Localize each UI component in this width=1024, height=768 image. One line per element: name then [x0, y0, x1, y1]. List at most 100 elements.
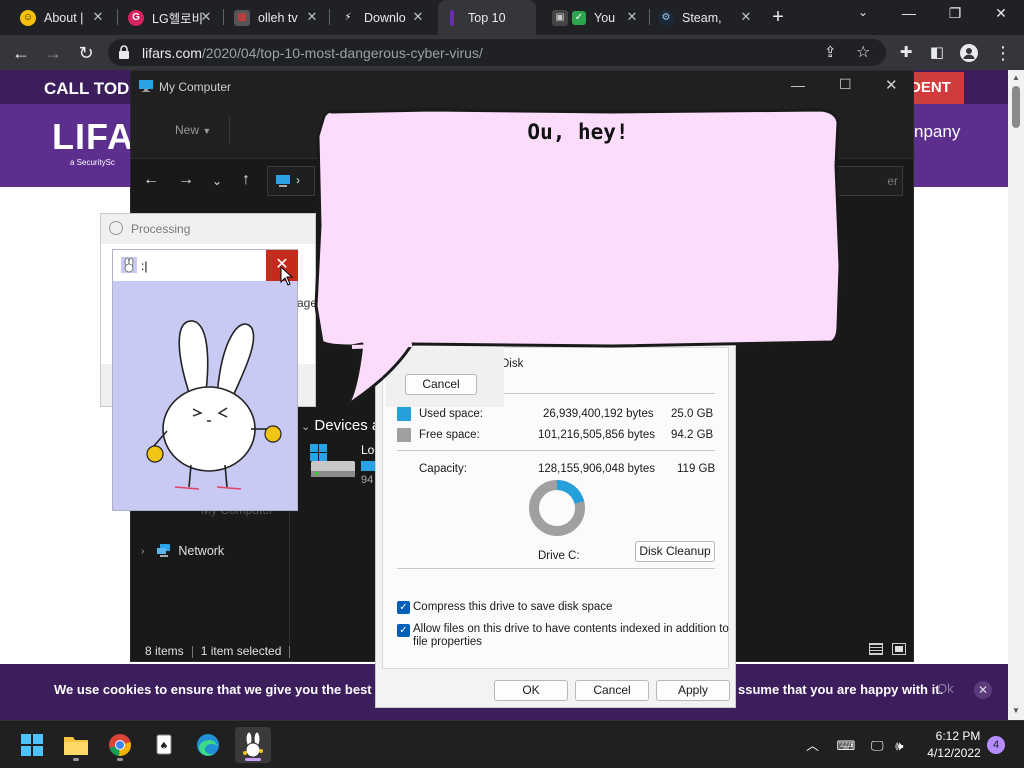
back-button[interactable]: ← [8, 40, 34, 66]
scrollbar-thumb[interactable] [1012, 86, 1020, 128]
details-view-icon[interactable] [869, 643, 883, 655]
hard-drive-icon [310, 444, 355, 477]
playing-card-icon: ♠ [156, 734, 172, 755]
extensions-icon[interactable]: ✚ [893, 40, 919, 66]
bunny-app-icon [121, 257, 137, 273]
tab-olleh-tv[interactable]: ▦ olleh tv ✕ [234, 5, 320, 30]
clock-time[interactable]: 6:12 PM [930, 729, 986, 743]
reload-button[interactable]: ↻ [73, 40, 99, 66]
tab-label: Steam, [682, 10, 722, 25]
sidebar-item-network[interactable]: › Network [141, 541, 224, 561]
explorer-up-icon[interactable]: ↑ [236, 171, 256, 189]
display-icon[interactable]: 🖵 [871, 738, 884, 753]
processing-title: Processing [131, 222, 191, 236]
explorer-close-button[interactable]: ✕ [885, 76, 898, 94]
view-toggle-group [869, 643, 907, 658]
tab-download[interactable]: ⚡ Downlo ✕ [340, 5, 426, 30]
tab-about[interactable]: ☺ About | ✕ [20, 5, 106, 30]
apply-button[interactable]: Apply [656, 680, 730, 701]
chrome-taskbar-button[interactable] [102, 727, 138, 763]
tab-label: LG헬로비 [152, 12, 204, 26]
bunny-window-title: :| [141, 259, 148, 273]
explorer-minimize-button[interactable]: — [791, 77, 805, 93]
recent-locations-chevron-icon[interactable]: ⌄ [207, 174, 227, 188]
check-icon: ✓ [572, 10, 586, 25]
tab-label: You [594, 10, 616, 25]
explorer-back-icon[interactable]: ← [141, 171, 161, 189]
address-bar[interactable]: lifars.com/2020/04/top-10-most-dangerous… [108, 39, 886, 66]
menu-kebab-icon[interactable]: ⋮ [990, 40, 1016, 66]
cards-taskbar-button[interactable]: ♠ [146, 727, 182, 763]
properties-cancel-button[interactable]: Cancel [575, 680, 649, 701]
close-tab-icon[interactable]: ✕ [738, 9, 754, 25]
bunny-titlebar[interactable]: :| ✕ [113, 250, 298, 281]
tab-youtube[interactable]: ▣ ✓ You ✕ [552, 5, 640, 30]
tab-favicon-icon: G [128, 9, 144, 26]
cookie-close-icon[interactable]: ✕ [974, 681, 992, 699]
free-space-bytes: 101,216,505,856 bytes [538, 429, 656, 441]
new-tab-button[interactable]: + [768, 6, 788, 29]
call-today-text[interactable]: CALL TOD [44, 79, 129, 99]
notification-badge[interactable]: 4 [987, 736, 1005, 754]
profile-avatar[interactable] [956, 40, 982, 66]
lock-icon [119, 45, 129, 59]
tab-label: olleh tv [258, 10, 298, 25]
tab-steam[interactable]: ⚙ Steam, ✕ [658, 5, 754, 30]
tab-favicon-icon [450, 9, 454, 26]
clock-date[interactable]: 4/12/2022 [920, 746, 988, 760]
speech-bubble [314, 108, 842, 408]
explorer-forward-icon[interactable]: → [176, 171, 196, 189]
forward-button[interactable]: → [40, 40, 66, 66]
cookie-ok-button[interactable]: Ok [937, 681, 954, 696]
capacity-label: Capacity: [419, 463, 467, 475]
tiles-view-icon[interactable] [892, 643, 907, 655]
close-tab-icon[interactable]: ✕ [304, 9, 320, 25]
taskbar: ♠ ︿ ⌨ 🖵 🕪 6:12 PM 4/12/2022 4 [0, 720, 1024, 768]
free-space-swatch [397, 428, 411, 442]
side-panel-icon[interactable]: ◧ [924, 40, 950, 66]
close-window-button[interactable]: ✕ [978, 5, 1024, 22]
tab-label: Downlo [364, 10, 406, 25]
disk-cleanup-button[interactable]: Disk Cleanup [635, 541, 715, 562]
keyboard-icon[interactable]: ⌨ [837, 738, 856, 753]
volume-icon[interactable]: 🕪 [895, 738, 903, 753]
explorer-address-bar[interactable]: › [267, 166, 315, 196]
tab-label: Top 10 [468, 10, 506, 25]
browser-toolbar: ← → ↻ lifars.com/2020/04/top-10-most-dan… [0, 35, 1024, 70]
chevron-up-icon[interactable]: ︿ [806, 738, 819, 753]
explorer-titlebar[interactable]: My Computer — ☐ ✕ [131, 71, 913, 103]
breadcrumb-chevron-icon: › [296, 173, 300, 187]
steam-icon: ⚙ [658, 9, 674, 26]
new-button[interactable]: New ▼ [175, 123, 211, 137]
close-tab-icon[interactable]: ✕ [410, 9, 426, 25]
compress-checkbox[interactable]: ✓ [397, 601, 410, 614]
start-button[interactable] [14, 727, 50, 763]
minimize-button[interactable]: — [886, 5, 932, 21]
bunny-taskbar-button[interactable] [235, 727, 271, 763]
ok-button[interactable]: OK [494, 680, 568, 701]
devices-section-header[interactable]: ⌄ Devices a [301, 417, 380, 434]
chevron-right-icon: › [141, 545, 145, 557]
close-tab-icon[interactable]: ✕ [198, 9, 214, 25]
bookmark-star-icon[interactable]: ☆ [856, 42, 870, 62]
explorer-maximize-button[interactable]: ☐ [839, 76, 852, 93]
disk-usage-donut [529, 480, 585, 536]
tab-lghellovision[interactable]: G LG헬로비 ✕ [128, 5, 214, 30]
site-logo[interactable]: LIFA [52, 116, 134, 158]
index-label-line1: Allow files on this drive to have conten… [413, 623, 729, 635]
capacity-gb: 119 GB [677, 463, 716, 475]
restore-button[interactable]: ❐ [932, 5, 978, 22]
tab-search-icon[interactable]: ⌄ [840, 5, 886, 19]
close-tab-icon[interactable]: ✕ [90, 9, 106, 25]
index-checkbox[interactable]: ✓ [397, 624, 410, 637]
close-tab-icon[interactable]: ✕ [624, 9, 640, 25]
edge-taskbar-button[interactable] [190, 727, 226, 763]
edge-icon [197, 734, 219, 756]
capacity-bytes: 128,155,906,048 bytes [538, 463, 656, 475]
page-scrollbar[interactable]: ▲ ▼ [1008, 70, 1024, 720]
speech-bubble-text: Ou, hey! [527, 120, 629, 144]
cookie-text-right: ssume that you are happy with it. [738, 682, 944, 697]
file-explorer-taskbar-button[interactable] [58, 727, 94, 763]
share-icon[interactable]: ⇪ [824, 43, 837, 61]
tab-top10-active[interactable]: Top 10 [438, 0, 536, 35]
